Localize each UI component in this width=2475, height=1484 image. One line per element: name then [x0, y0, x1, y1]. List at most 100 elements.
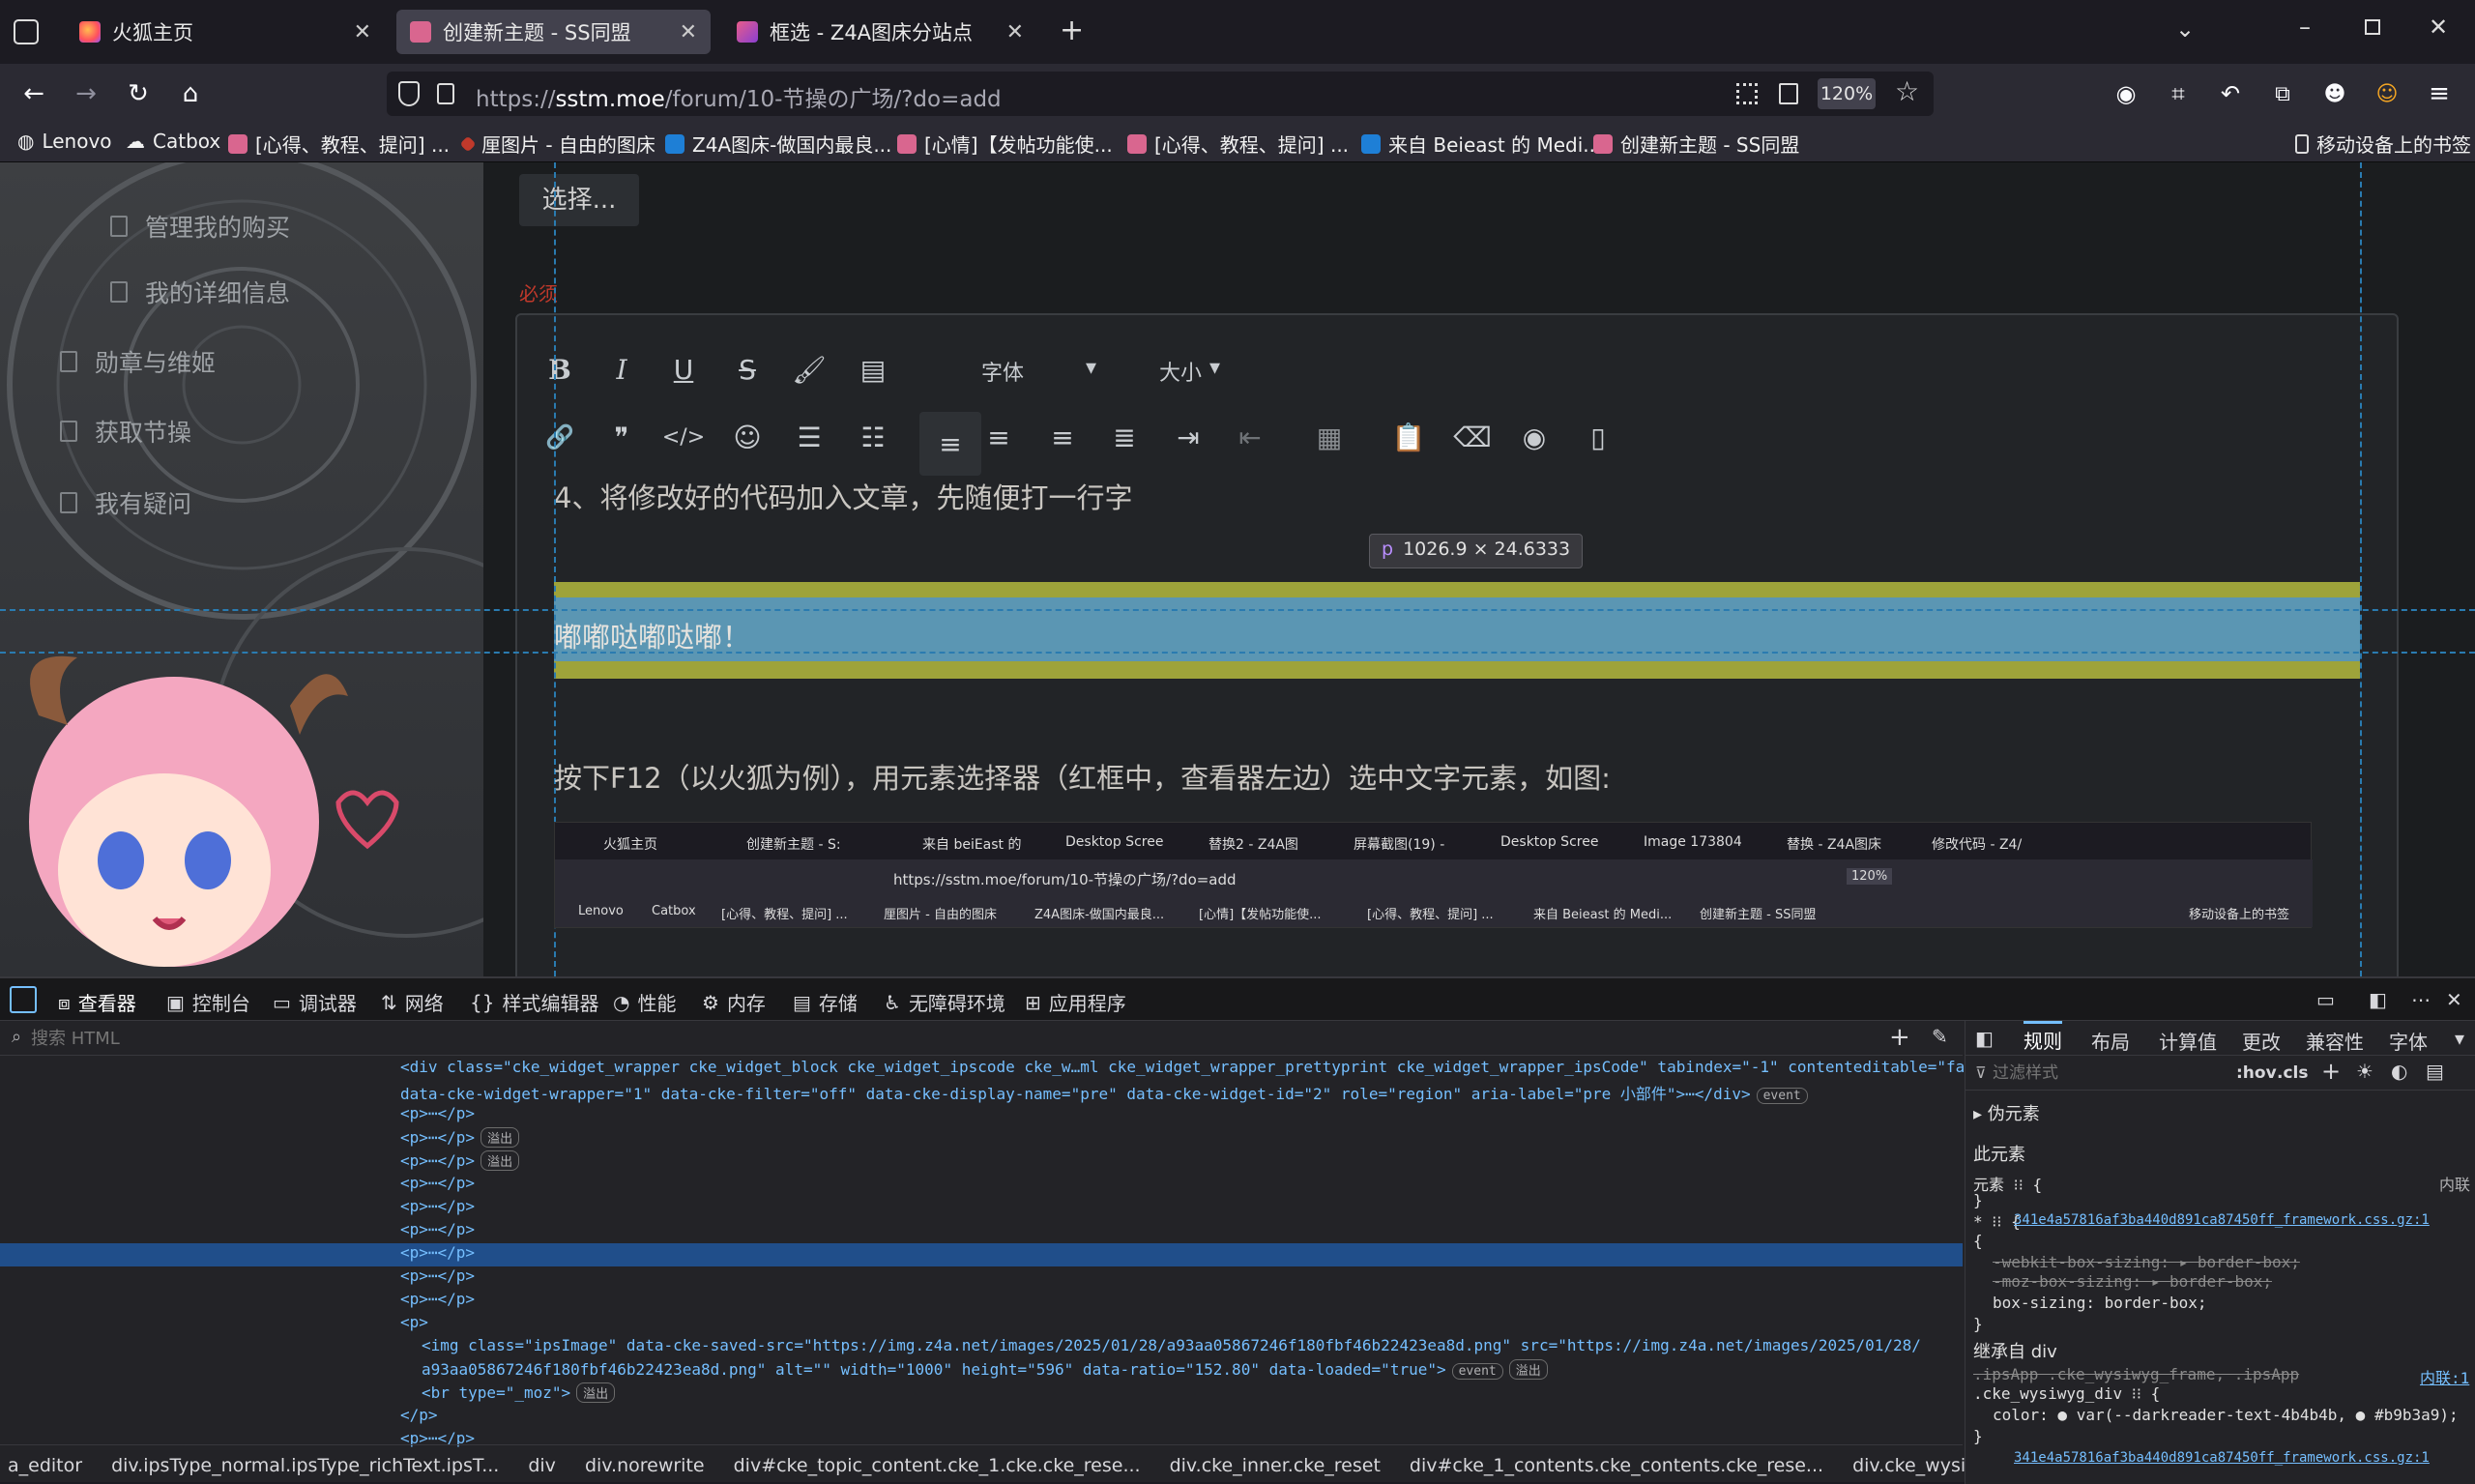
tab-application[interactable]: ⊞ 应用程序	[1025, 988, 1126, 1016]
cls-button[interactable]: .cls	[2277, 1063, 2308, 1083]
sidebar-item-details[interactable]: 我的详细信息	[110, 275, 290, 309]
close-window-button[interactable]: ✕	[2429, 14, 2448, 41]
pseudo-elements-toggle[interactable]: ▸ 伪元素	[1973, 1100, 2040, 1125]
bookmark-item[interactable]: Z4A图床-做国内最良...	[665, 130, 891, 158]
tree-node[interactable]: </p>	[0, 1406, 1963, 1429]
tab-z4a[interactable]: 框选 - Z4A图床分站点 ✕	[723, 10, 1037, 54]
tab-accessibility[interactable]: ♿ 无障碍环境	[884, 988, 1005, 1016]
sidebar-item-questions[interactable]: 我有疑问	[60, 485, 191, 520]
template-icon[interactable]: ▤	[854, 350, 892, 389]
tree-node[interactable]: a93aa05867246f180fbf46b22423ea8d.png" al…	[0, 1359, 1963, 1382]
restore-button[interactable]	[2365, 19, 2380, 35]
tab-create-topic[interactable]: 创建新主题 - SS同盟 ✕	[396, 10, 711, 54]
tree-node[interactable]: data-cke-widget-wrapper="1" data-cke-fil…	[0, 1081, 1963, 1104]
choose-file-button[interactable]: 选择...	[519, 174, 639, 226]
tab-storage[interactable]: ▤ 存储	[793, 988, 858, 1016]
tree-node[interactable]: <p>⋯</p>	[0, 1243, 1963, 1266]
source-document-icon[interactable]: ▯	[1579, 418, 1617, 456]
close-devtools-icon[interactable]: ✕	[2446, 988, 2462, 1011]
sidebar-item-medals[interactable]: 勋章与维姬	[60, 344, 216, 379]
size-dropdown[interactable]: 大小	[1159, 356, 1202, 387]
stylesheet-link[interactable]: 341e4a57816af3ba440d891ca87450ff_framewo…	[2014, 1212, 2430, 1228]
link-icon[interactable]: 🔗	[540, 418, 579, 456]
hov-button[interactable]: :hov	[2236, 1063, 2277, 1083]
rules-tab-fonts[interactable]: 字体	[2389, 1027, 2428, 1055]
menu-icon[interactable]: ≡	[2423, 77, 2456, 110]
rules-tab-rules[interactable]: 规则	[2024, 1021, 2062, 1054]
tree-node[interactable]: <p>⋯</p>	[0, 1174, 1963, 1197]
align-center-icon[interactable]: ≡	[979, 418, 1018, 456]
node-badge[interactable]: event	[1451, 1363, 1503, 1380]
breadcrumb-item[interactable]: div.norewrite	[585, 1455, 705, 1476]
sidebar-item-get-points[interactable]: 获取节操	[60, 414, 191, 449]
preview-eye-icon[interactable]: ◉	[1515, 418, 1554, 456]
tab-overflow-chevron-icon[interactable]: ⌄	[2175, 15, 2195, 43]
reload-button[interactable]: ↻	[122, 77, 155, 110]
tab-performance[interactable]: ◔ 性能	[613, 988, 676, 1016]
tree-node[interactable]: <p>⋯</p>	[0, 1290, 1963, 1313]
node-badge[interactable]: 溢出	[480, 1127, 520, 1148]
css-property-box-sizing[interactable]: box-sizing: border-box;	[1993, 1294, 2207, 1312]
underline-button[interactable]: U	[664, 350, 703, 389]
tree-node[interactable]: <p>⋯</p>	[0, 1266, 1963, 1290]
close-tab-icon[interactable]: ✕	[1006, 20, 1024, 44]
font-dropdown[interactable]: 字体	[981, 356, 1024, 387]
back-button[interactable]: ←	[17, 77, 50, 110]
breadcrumb-item[interactable]: a_editor	[8, 1455, 82, 1476]
zoom-level[interactable]: 120%	[1818, 78, 1876, 109]
align-right-icon[interactable]: ≡	[1043, 418, 1082, 456]
add-rule-icon[interactable]: +	[2321, 1058, 2341, 1085]
dock-side-icon[interactable]: ▭	[2316, 988, 2335, 1011]
privacy-extension-icon[interactable]: ☻	[2318, 77, 2351, 110]
bookmark-item[interactable]: 创建新主题 - SS同盟	[1593, 130, 1799, 158]
bookmark-item[interactable]: ☁ Catbox	[126, 130, 220, 153]
emoji-icon[interactable]: ☺	[728, 418, 767, 456]
breadcrumb-item[interactable]: div.cke_inner.cke_reset	[1170, 1455, 1381, 1476]
tree-node[interactable]: <p>⋯</p>	[0, 1220, 1963, 1243]
undo-icon[interactable]: ↶	[2214, 77, 2247, 110]
bookmark-item[interactable]: 来自 Beieast 的 Medi...	[1361, 130, 1601, 158]
tab-home[interactable]: 火狐主页 ✕	[66, 10, 385, 54]
italic-button[interactable]: I	[602, 350, 641, 389]
reader-view-icon[interactable]	[1779, 83, 1798, 104]
rules-tab-computed[interactable]: 计算值	[2159, 1027, 2217, 1055]
node-badge[interactable]: 溢出	[480, 1150, 520, 1171]
tree-node[interactable]: <div class="cke_widget_wrapper cke_widge…	[0, 1058, 2002, 1081]
outdent-icon[interactable]: ⇤	[1231, 418, 1269, 456]
tree-node[interactable]: <p>⋯</p>	[0, 1104, 1963, 1127]
indent-icon[interactable]: ⇥	[1169, 418, 1208, 456]
account-icon[interactable]: ◉	[2110, 77, 2142, 110]
minimize-button[interactable]: –	[2299, 14, 2311, 41]
rules-tabs-overflow-icon[interactable]: ▾	[2455, 1027, 2464, 1050]
bookmark-item[interactable]: ◍ Lenovo	[17, 130, 112, 153]
close-tab-icon[interactable]: ✕	[680, 20, 697, 44]
stylesheet-link[interactable]: 341e4a57816af3ba440d891ca87450ff_framewo…	[2014, 1450, 2430, 1466]
bold-button[interactable]: B	[540, 350, 579, 389]
strikethrough-button[interactable]: S	[728, 350, 767, 389]
breadcrumb-item[interactable]: div#cke_1_contents.cke_contents.cke_rese…	[1410, 1455, 1823, 1476]
css-property-color[interactable]: color: ● var(--darkreader-text-4b4b4b, ●…	[1993, 1406, 2459, 1424]
font-dropdown-caret-icon[interactable]: ▾	[1086, 356, 1096, 380]
more-options-icon[interactable]: ⋯	[2411, 988, 2431, 1011]
rules-tab-changes[interactable]: 更改	[2242, 1027, 2281, 1055]
paint-brush-icon[interactable]: 🖌	[790, 350, 829, 389]
size-dropdown-caret-icon[interactable]: ▾	[1209, 356, 1220, 380]
bulleted-list-icon[interactable]: ☰	[790, 418, 829, 456]
bookmark-item[interactable]: [心得、教程、提问] ...	[228, 130, 450, 158]
css-property-moz-box-sizing[interactable]: -moz-box-sizing: ▸ border-box;	[1993, 1272, 2272, 1291]
html-search-input[interactable]	[31, 1025, 1868, 1052]
bookmark-item[interactable]: [心得、教程、提问] ...	[1127, 130, 1349, 158]
print-media-icon[interactable]: ▤	[2426, 1060, 2444, 1083]
element-picker-icon[interactable]	[10, 986, 37, 1013]
tree-node[interactable]: <p>	[0, 1313, 1963, 1336]
breadcrumb-item[interactable]: div.ipsType_normal.ipsType_richText.ipsT…	[111, 1455, 499, 1476]
sidebar-item-purchases[interactable]: 管理我的购买	[110, 209, 290, 244]
forward-button[interactable]: →	[70, 77, 102, 110]
breadcrumb-item[interactable]: div	[528, 1455, 556, 1476]
crop-icon[interactable]: ⌗	[2162, 77, 2195, 110]
tree-node[interactable]: <p>⋯</p> 溢出	[0, 1127, 1963, 1150]
lock-icon[interactable]	[437, 83, 454, 104]
highlighted-paragraph[interactable]: 嘟嘟哒嘟哒嘟！	[554, 615, 750, 655]
bookmark-item[interactable]: 厘图片 - 自由的图床	[459, 130, 655, 158]
tree-node[interactable]: <p>⋯</p> 溢出	[0, 1150, 1963, 1174]
